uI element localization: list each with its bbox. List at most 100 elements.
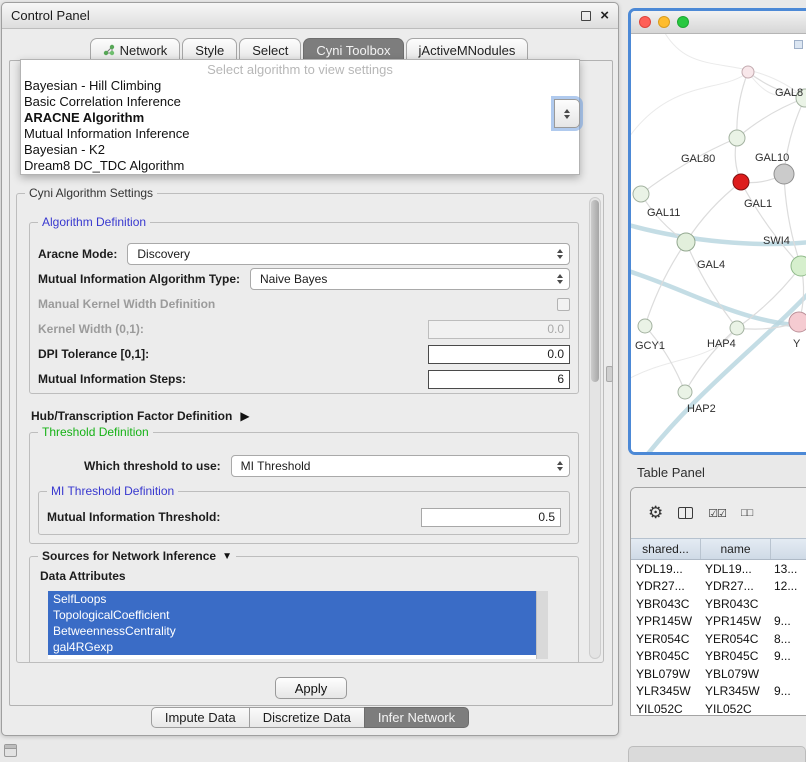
group-title: Threshold Definition [38, 425, 153, 439]
which-threshold-label: Which threshold to use: [84, 459, 221, 473]
table-cell: 9... [771, 614, 806, 628]
tab-infer-network[interactable]: Infer Network [364, 707, 469, 728]
deselect-all-icon[interactable]: □□ [741, 507, 752, 519]
table-cell: YLR345W [631, 684, 701, 698]
table-row[interactable]: YDL19...YDL19...13... [631, 560, 806, 578]
attribute-list-scrollbar[interactable] [536, 591, 548, 659]
table-cell: 12... [771, 579, 806, 593]
aracne-mode-combobox[interactable]: Discovery [127, 243, 570, 265]
tab-jactivemodules[interactable]: jActiveMNodules [406, 38, 529, 61]
table-row[interactable]: YIL052CYIL052C [631, 700, 806, 716]
algorithm-option[interactable]: Mutual Information Inference [21, 126, 579, 142]
collapse-arrow-icon[interactable]: ▼ [222, 551, 232, 562]
network-tab-icon [103, 44, 115, 56]
mi-algorithm-type-combobox[interactable]: Naive Bayes [250, 268, 570, 290]
algorithm-option[interactable]: Dream8 DC_TDC Algorithm [21, 158, 579, 174]
network-node[interactable] [633, 186, 649, 202]
combo-arrows-icon [551, 274, 569, 284]
select-all-icon[interactable]: ☑☑ [708, 507, 726, 520]
network-node[interactable] [638, 319, 652, 333]
tab-label: Select [252, 43, 288, 58]
mi-threshold-definition-group: MI Threshold Definition Mutual Informati… [38, 491, 570, 535]
attribute-item[interactable]: BetweennessCentrality [48, 623, 536, 639]
close-icon[interactable]: × [600, 10, 609, 22]
network-node[interactable] [742, 66, 754, 78]
algorithm-option[interactable]: Bayesian - K2 [21, 142, 579, 158]
network-node[interactable] [733, 174, 749, 190]
network-edge-thick [643, 274, 806, 455]
tab-select[interactable]: Select [239, 38, 301, 61]
network-node[interactable] [730, 321, 744, 335]
network-node[interactable] [678, 385, 692, 399]
table-cell: YBL079W [631, 667, 701, 681]
which-threshold-combobox[interactable]: MI Threshold [231, 455, 570, 477]
settings-scrollbar-thumb[interactable] [591, 200, 599, 382]
column-layout-icon[interactable] [678, 507, 693, 519]
algorithm-combobox-arrow-fragment[interactable] [554, 99, 580, 128]
table-row[interactable]: YLR345WYLR345W9... [631, 683, 806, 701]
tab-cyni-toolbox[interactable]: Cyni Toolbox [303, 38, 403, 61]
column-header-shared-name[interactable]: shared... [631, 539, 701, 559]
attribute-item[interactable]: SelfLoops [48, 591, 536, 607]
network-node[interactable] [677, 233, 695, 251]
network-node[interactable] [774, 164, 794, 184]
float-window-icon[interactable] [581, 11, 591, 21]
mi-threshold-field[interactable]: 0.5 [421, 508, 561, 527]
manual-kernel-width-label: Manual Kernel Width Definition [38, 297, 215, 311]
mi-steps-field[interactable]: 6 [428, 370, 570, 389]
attribute-item[interactable]: gal4RGexp [48, 639, 536, 655]
close-button[interactable] [639, 16, 651, 28]
network-node[interactable] [789, 312, 806, 332]
table-row[interactable]: YER054CYER054C8... [631, 630, 806, 648]
panel-splitter-handle[interactable] [606, 366, 613, 382]
table-cell: YBR045C [701, 649, 771, 663]
network-node-label: HAP2 [687, 403, 716, 415]
hub-definition-label: Hub/Transcription Factor Definition [31, 409, 232, 423]
settings-gear-icon[interactable]: ⚙ [648, 503, 663, 523]
algorithm-option-selected[interactable]: ARACNE Algorithm [21, 110, 579, 126]
table-row[interactable]: YBL079WYBL079W [631, 665, 806, 683]
table-cell: YBR043C [701, 597, 771, 611]
tab-discretize-data[interactable]: Discretize Data [249, 707, 365, 728]
data-attributes-label: Data Attributes [40, 569, 578, 583]
column-header-name[interactable]: name [701, 539, 771, 559]
settings-scrollbar-track[interactable] [589, 197, 601, 659]
birdseye-toggle-icon[interactable] [794, 40, 803, 49]
minimize-button[interactable] [658, 16, 670, 28]
table-row[interactable]: YDR27...YDR27...12... [631, 578, 806, 596]
network-node-label: SWI4 [763, 235, 790, 247]
tab-impute-data[interactable]: Impute Data [151, 707, 250, 728]
network-node[interactable] [791, 256, 806, 276]
table-header-row: shared... name [631, 538, 806, 560]
network-canvas[interactable]: GAL8GAL80GAL10GAL11GAL1SWI4GAL4GCY1HAP4Y… [631, 34, 806, 452]
control-panel-titlebar: Control Panel × [2, 3, 618, 29]
table-row[interactable]: YBR043CYBR043C [631, 595, 806, 613]
table-row[interactable]: YPR145WYPR145W9... [631, 613, 806, 631]
table-cell: 9... [771, 684, 806, 698]
manual-kernel-width-checkbox[interactable] [557, 298, 570, 311]
network-edge-thick [631, 270, 806, 326]
attribute-item[interactable]: TopologicalCoefficient [48, 607, 536, 623]
algorithm-option[interactable]: Bayesian - Hill Climbing [21, 78, 579, 94]
cyni-algorithm-settings-group: Cyni Algorithm Settings Algorithm Defini… [16, 193, 604, 663]
kernel-width-field[interactable]: 0.0 [428, 320, 570, 339]
tab-label: jActiveMNodules [419, 43, 516, 58]
network-graph: GAL8GAL80GAL10GAL11GAL1SWI4GAL4GCY1HAP4Y… [631, 34, 806, 455]
apply-button[interactable]: Apply [275, 677, 347, 699]
column-header[interactable] [771, 539, 806, 559]
dpi-tolerance-field[interactable]: 0.0 [428, 345, 570, 364]
expand-arrow-icon[interactable]: ▶ [240, 409, 249, 423]
dock-panel-icon[interactable] [4, 744, 17, 757]
table-cell: YDR27... [701, 579, 771, 593]
network-node-label: HAP4 [707, 338, 736, 350]
algorithm-option[interactable]: Basic Correlation Inference [21, 94, 579, 110]
zoom-button[interactable] [677, 16, 689, 28]
table-row[interactable]: YBR045CYBR045C9... [631, 648, 806, 666]
network-node[interactable] [729, 130, 745, 146]
combo-value: Discovery [137, 247, 190, 261]
table-cell: YBR045C [631, 649, 701, 663]
tab-network[interactable]: Network [90, 38, 181, 61]
table-panel-window: ⚙ ☑☑ □□ shared... name YDL19...YDL19...1… [630, 487, 806, 716]
tab-style[interactable]: Style [182, 38, 237, 61]
table-cell: YPR145W [631, 614, 701, 628]
